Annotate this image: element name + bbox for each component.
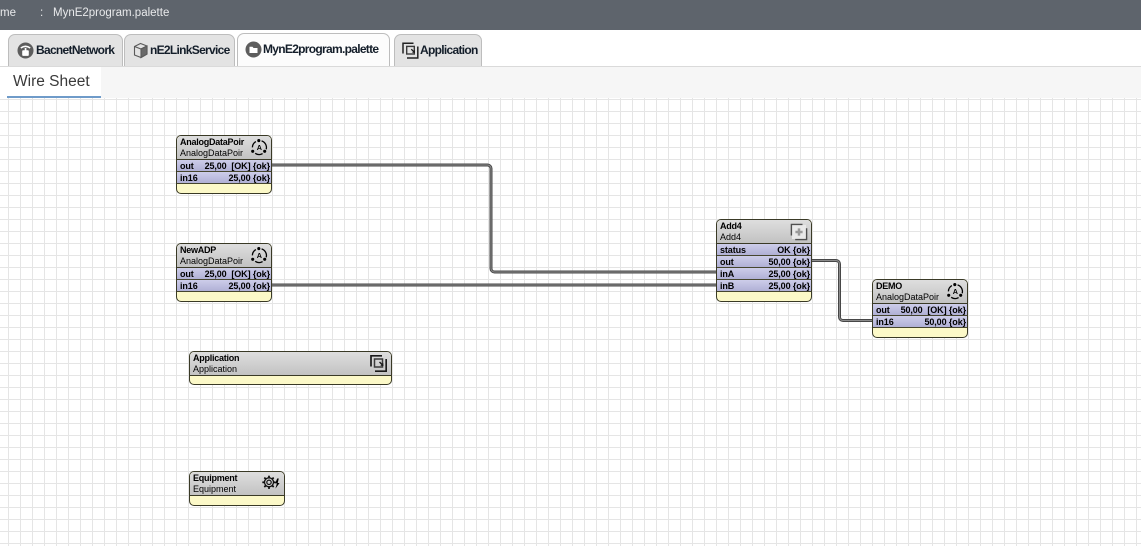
svg-text:A: A bbox=[257, 143, 262, 152]
svg-text:A: A bbox=[257, 251, 262, 260]
svg-text:A: A bbox=[953, 287, 958, 296]
